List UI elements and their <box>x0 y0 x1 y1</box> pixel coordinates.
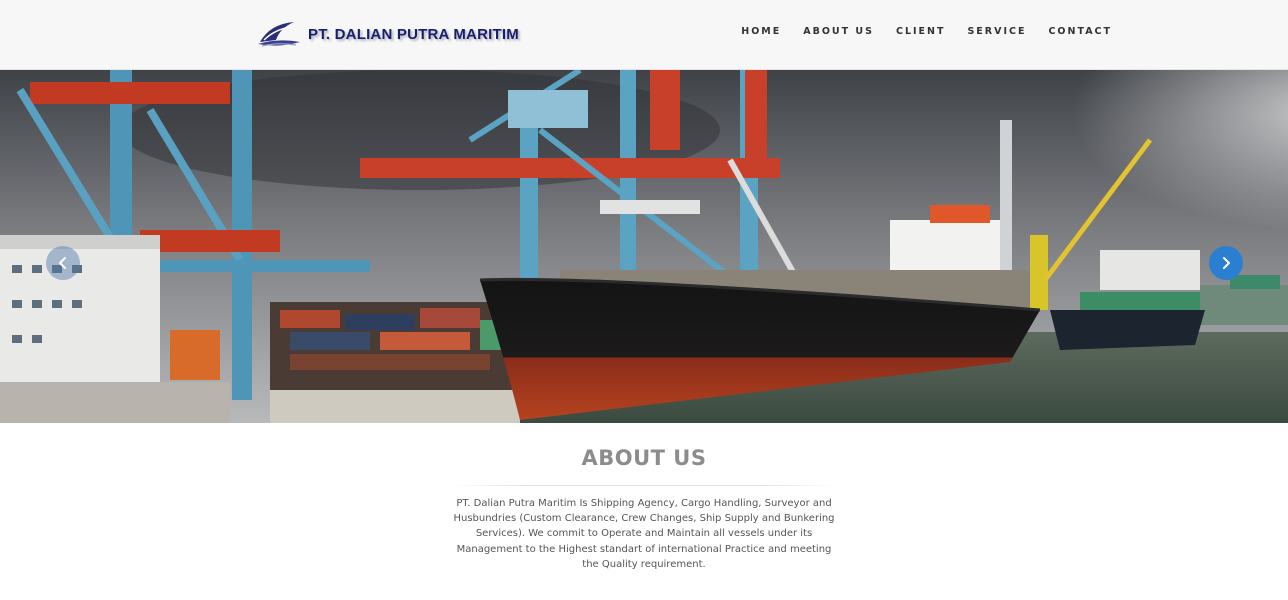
about-divider <box>450 485 838 486</box>
site-header: PT. DALIAN PUTRA MARITIM HOME ABOUT US C… <box>0 0 1288 70</box>
ship-bow-icon <box>258 22 300 47</box>
brand-logo[interactable]: PT. DALIAN PUTRA MARITIM <box>256 18 519 50</box>
nav-client[interactable]: CLIENT <box>896 26 945 37</box>
about-title: ABOUT US <box>581 446 707 470</box>
port-cargo-ship-image <box>0 70 1288 423</box>
main-nav: HOME ABOUT US CLIENT SERVICE CONTACT <box>741 26 1112 37</box>
hero-slider <box>0 70 1288 423</box>
nav-about-us[interactable]: ABOUT US <box>803 26 874 37</box>
nav-home[interactable]: HOME <box>741 26 781 37</box>
brand-name: PT. DALIAN PUTRA MARITIM <box>308 25 519 43</box>
slider-prev-button[interactable] <box>46 246 80 280</box>
about-description: PT. Dalian Putra Maritim Is Shipping Age… <box>453 498 835 570</box>
chevron-left-icon <box>59 257 66 269</box>
nav-contact[interactable]: CONTACT <box>1048 26 1112 37</box>
nav-service[interactable]: SERVICE <box>967 26 1026 37</box>
slider-next-button[interactable] <box>1209 246 1243 280</box>
chevron-right-icon <box>1223 257 1230 269</box>
